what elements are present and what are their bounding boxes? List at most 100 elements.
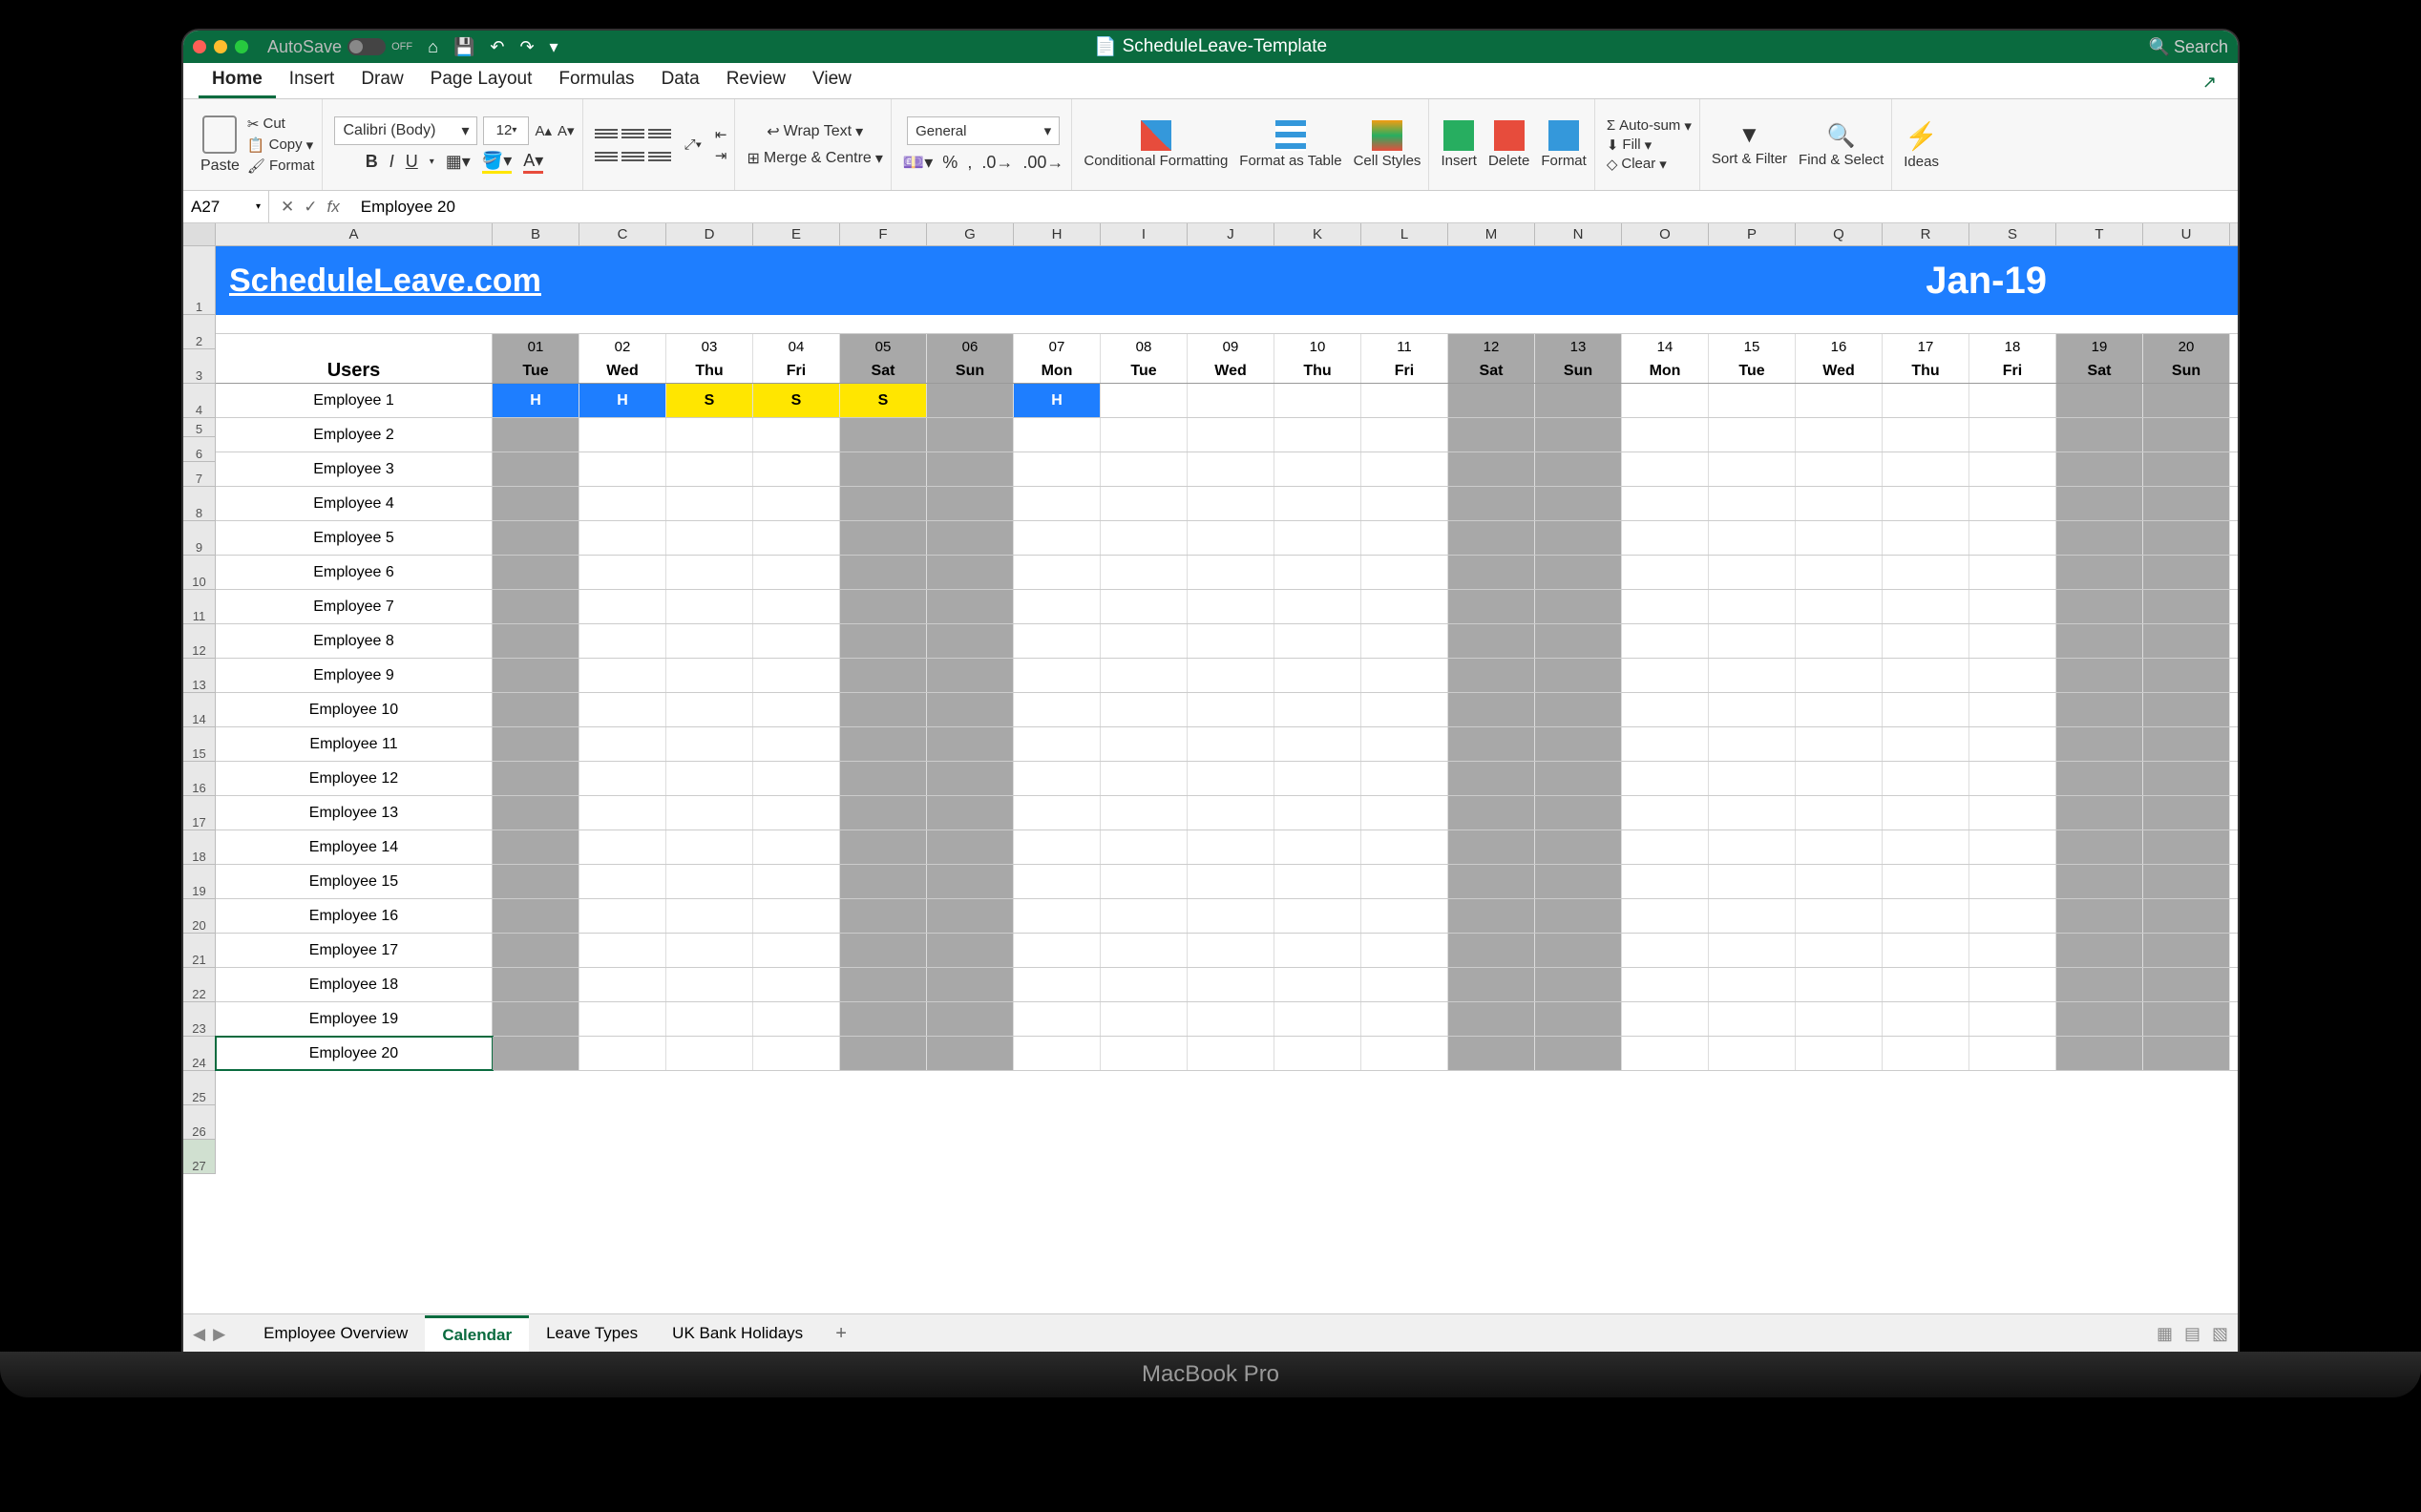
leave-cell[interactable]	[753, 590, 840, 623]
close-window[interactable]	[193, 40, 206, 53]
leave-cell[interactable]	[1361, 796, 1448, 830]
leave-cell[interactable]	[2056, 624, 2143, 658]
leave-cell[interactable]	[1535, 727, 1622, 761]
col-header-F[interactable]: F	[840, 223, 927, 245]
leave-cell[interactable]	[1969, 452, 2056, 486]
leave-cell[interactable]	[1448, 624, 1535, 658]
leave-cell[interactable]	[840, 830, 927, 864]
leave-cell[interactable]	[579, 624, 666, 658]
leave-cell[interactable]	[1535, 452, 1622, 486]
leave-cell[interactable]	[666, 452, 753, 486]
percent-button[interactable]: %	[942, 153, 958, 173]
page-layout-view-icon[interactable]: ▤	[2184, 1324, 2200, 1344]
leave-cell[interactable]	[1622, 590, 1709, 623]
leave-cell[interactable]	[579, 727, 666, 761]
leave-cell[interactable]	[1622, 659, 1709, 692]
leave-cell[interactable]	[1448, 487, 1535, 520]
fill-button[interactable]: ⬇Fill▾	[1607, 136, 1692, 154]
leave-cell[interactable]	[579, 521, 666, 555]
leave-cell[interactable]: H	[493, 384, 579, 417]
sheet-tab-calendar[interactable]: Calendar	[425, 1315, 529, 1353]
leave-cell[interactable]	[579, 762, 666, 795]
leave-cell[interactable]	[2143, 487, 2230, 520]
sheet-tab-employee-overview[interactable]: Employee Overview	[246, 1315, 425, 1353]
leave-cell[interactable]	[1796, 693, 1883, 726]
leave-cell[interactable]	[1969, 899, 2056, 933]
leave-cell[interactable]	[1101, 659, 1188, 692]
leave-cell[interactable]	[579, 899, 666, 933]
leave-cell[interactable]	[840, 899, 927, 933]
leave-cell[interactable]	[1101, 865, 1188, 898]
leave-cell[interactable]	[1622, 727, 1709, 761]
leave-cell[interactable]	[1969, 521, 2056, 555]
employee-name[interactable]: Employee 17	[216, 934, 493, 967]
leave-cell[interactable]	[1622, 693, 1709, 726]
leave-cell[interactable]	[1274, 968, 1361, 1001]
col-header-U[interactable]: U	[2143, 223, 2230, 245]
leave-cell[interactable]	[753, 1037, 840, 1070]
leave-cell[interactable]	[493, 968, 579, 1001]
leave-cell[interactable]	[1274, 796, 1361, 830]
leave-cell[interactable]	[1101, 418, 1188, 452]
leave-cell[interactable]	[1014, 624, 1101, 658]
row-header-22[interactable]: 22	[183, 968, 216, 1002]
leave-cell[interactable]	[1361, 830, 1448, 864]
leave-cell[interactable]	[1188, 556, 1274, 589]
leave-cell[interactable]	[840, 487, 927, 520]
leave-cell[interactable]	[2143, 556, 2230, 589]
col-header-R[interactable]: R	[1883, 223, 1969, 245]
leave-cell[interactable]	[1969, 934, 2056, 967]
leave-cell[interactable]	[840, 624, 927, 658]
leave-cell[interactable]	[1883, 796, 1969, 830]
leave-cell[interactable]	[1014, 899, 1101, 933]
col-header-P[interactable]: P	[1709, 223, 1796, 245]
employee-name[interactable]: Employee 13	[216, 796, 493, 830]
leave-cell[interactable]	[1448, 418, 1535, 452]
leave-cell[interactable]	[1622, 968, 1709, 1001]
leave-cell[interactable]	[1796, 624, 1883, 658]
leave-cell[interactable]	[1188, 899, 1274, 933]
leave-cell[interactable]	[1709, 796, 1796, 830]
leave-cell[interactable]	[1361, 521, 1448, 555]
leave-cell[interactable]	[2143, 384, 2230, 417]
leave-cell[interactable]	[1709, 968, 1796, 1001]
leave-cell[interactable]	[493, 556, 579, 589]
row-header-14[interactable]: 14	[183, 693, 216, 727]
leave-cell[interactable]	[1622, 899, 1709, 933]
leave-cell[interactable]	[2056, 556, 2143, 589]
leave-cell[interactable]	[1883, 830, 1969, 864]
col-header-B[interactable]: B	[493, 223, 579, 245]
row-header-21[interactable]: 21	[183, 934, 216, 968]
leave-cell[interactable]	[1361, 624, 1448, 658]
leave-cell[interactable]	[2056, 762, 2143, 795]
decrease-indent-button[interactable]: ⇤	[715, 126, 727, 143]
leave-cell[interactable]	[1188, 796, 1274, 830]
leave-cell[interactable]	[2143, 762, 2230, 795]
leave-cell[interactable]	[579, 693, 666, 726]
italic-button[interactable]: I	[389, 152, 394, 172]
leave-cell[interactable]	[1361, 556, 1448, 589]
col-header-S[interactable]: S	[1969, 223, 2056, 245]
leave-cell[interactable]	[753, 899, 840, 933]
fx-icon[interactable]: fx	[327, 198, 340, 217]
cell-styles-button[interactable]: Cell Styles	[1354, 120, 1421, 169]
leave-cell[interactable]	[1883, 1002, 1969, 1036]
leave-cell[interactable]	[1101, 968, 1188, 1001]
leave-cell[interactable]	[1188, 727, 1274, 761]
leave-cell[interactable]	[2143, 796, 2230, 830]
search-box[interactable]: 🔍 Search	[2149, 37, 2228, 57]
name-box[interactable]: A27▾	[183, 191, 269, 222]
leave-cell[interactable]	[1622, 418, 1709, 452]
row-header-13[interactable]: 13	[183, 659, 216, 693]
brand-link[interactable]: ScheduleLeave.com	[216, 262, 493, 300]
leave-cell[interactable]	[927, 830, 1014, 864]
row-header-25[interactable]: 25	[183, 1071, 216, 1105]
leave-cell[interactable]	[2143, 865, 2230, 898]
leave-cell[interactable]	[1361, 1002, 1448, 1036]
leave-cell[interactable]	[1535, 1002, 1622, 1036]
leave-cell[interactable]	[493, 1002, 579, 1036]
leave-cell[interactable]	[493, 762, 579, 795]
leave-cell[interactable]	[1361, 865, 1448, 898]
leave-cell[interactable]	[1796, 452, 1883, 486]
leave-cell[interactable]	[1622, 487, 1709, 520]
